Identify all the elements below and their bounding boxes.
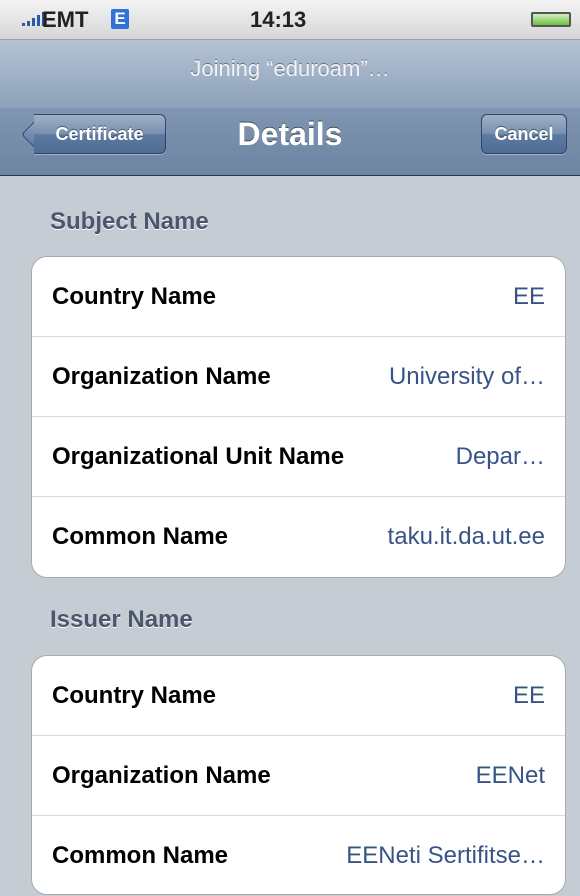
row-value: EENeti Sertifitse…: [346, 842, 545, 869]
status-bar: EMT E 14:13: [0, 0, 580, 40]
subject-name-group: Country Name EE Organization Name Univer…: [31, 256, 566, 578]
row-label: Organization Name: [52, 762, 271, 789]
network-type-icon: E: [111, 9, 129, 29]
carrier-name: EMT: [42, 7, 89, 32]
row-value: University of…: [388, 363, 545, 390]
table-row: Common Name taku.it.da.ut.ee: [32, 497, 565, 577]
nav-prompt: Joining “eduroam”…: [190, 56, 390, 81]
row-label: Organizational Unit Name: [52, 443, 345, 470]
issuer-name-group: Country Name EE Organization Name EENet …: [31, 655, 566, 895]
table-row: Organizational Unit Name Depar…: [32, 417, 565, 497]
section-header-issuer: Issuer Name: [50, 606, 193, 633]
row-label: Common Name: [52, 523, 229, 550]
table-row: Organization Name EENet: [32, 736, 565, 816]
table-row: Common Name EENeti Sertifitse…: [32, 816, 565, 896]
row-value: EE: [512, 283, 545, 310]
back-button-label: Certificate: [55, 124, 144, 144]
table-row: Country Name EE: [32, 656, 565, 736]
row-value: taku.it.da.ut.ee: [387, 523, 545, 550]
cancel-button[interactable]: Cancel: [481, 114, 567, 154]
row-value: EE: [512, 682, 545, 709]
table-row: Country Name EE: [32, 257, 565, 337]
table-row: Organization Name University of…: [32, 337, 565, 417]
row-label: Country Name: [52, 283, 217, 310]
battery-icon: [531, 12, 571, 27]
row-label: Country Name: [52, 682, 217, 709]
section-header-subject: Subject Name: [50, 208, 209, 235]
row-label: Organization Name: [52, 363, 271, 390]
row-value: Depar…: [455, 443, 545, 470]
row-value: EENet: [475, 762, 545, 789]
status-time: 14:13: [250, 7, 307, 32]
navigation-bar: Joining “eduroam”… Certificate Details C…: [0, 40, 580, 176]
row-label: Common Name: [52, 842, 229, 869]
